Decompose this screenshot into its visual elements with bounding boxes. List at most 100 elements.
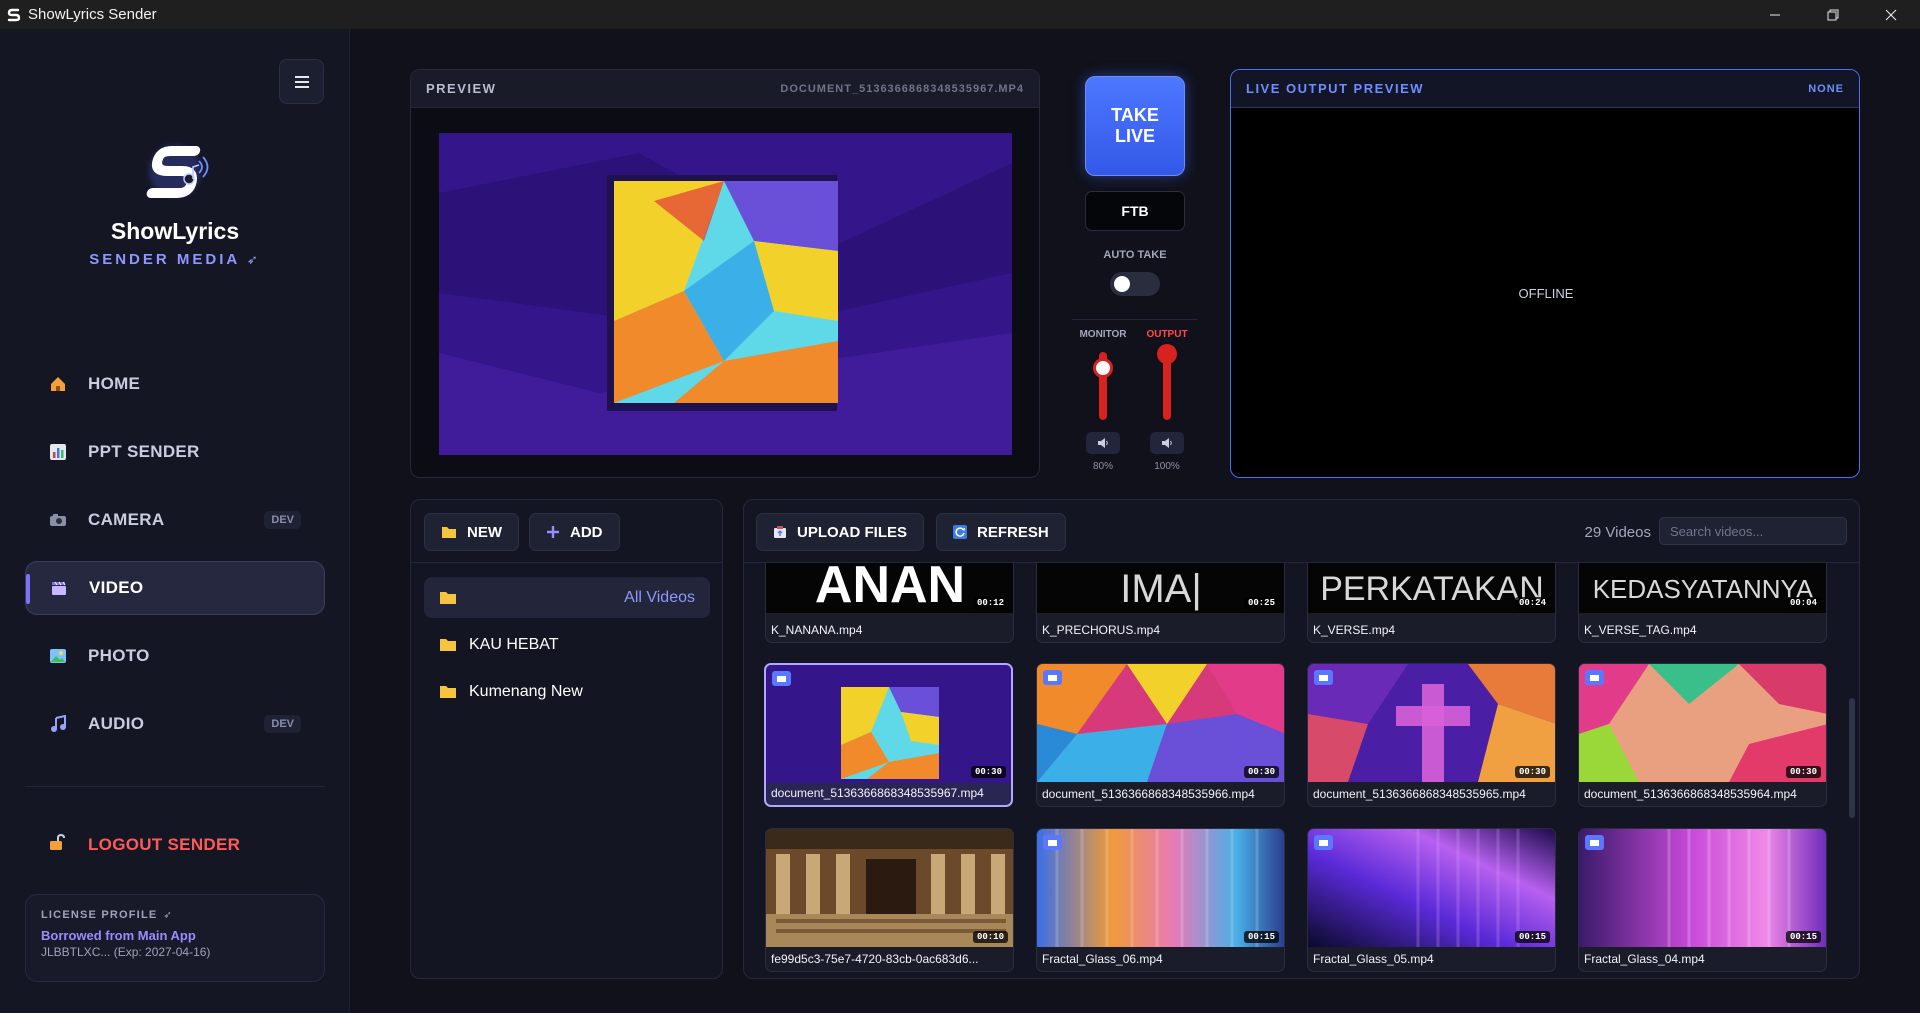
toggle-knob xyxy=(1114,276,1130,292)
folder-icon xyxy=(442,527,456,538)
video-icon xyxy=(1590,674,1599,681)
close-icon xyxy=(1885,9,1897,20)
video-icon xyxy=(777,675,786,682)
upload-files-button[interactable]: UPLOAD FILES xyxy=(756,513,925,551)
showlyrics-logo-icon xyxy=(146,145,209,198)
folder-icon xyxy=(440,686,456,698)
video-type-badge xyxy=(1043,670,1062,685)
video-duration: 00:15 xyxy=(1785,931,1821,943)
video-thumbnail-art xyxy=(1579,829,1826,947)
license-key: JLBBTLXC... (Exp: 2027-04-16) xyxy=(41,945,211,959)
sidebar: ShowLyrics SENDER MEDIA ➶ HOME PPT SENDE… xyxy=(0,29,350,1013)
video-card[interactable]: IMA| 00:25 K_PRECHORUS.mp4 xyxy=(1036,563,1285,643)
video-duration: 00:24 xyxy=(1514,597,1550,609)
sidebar-item-label: PHOTO xyxy=(88,646,150,665)
add-button[interactable]: ADD xyxy=(529,513,620,551)
minimize-icon xyxy=(1770,14,1780,15)
sidebar-item-label: VIDEO xyxy=(89,578,144,597)
monitor-mute-button[interactable] xyxy=(1086,432,1120,454)
close-window-button[interactable] xyxy=(1862,0,1920,29)
refresh-button[interactable]: REFRESH xyxy=(936,513,1066,551)
minimize-button[interactable] xyxy=(1746,0,1804,29)
video-card[interactable]: 00:30 document_5136366868348535965.mp4 xyxy=(1307,663,1556,807)
monitor-label: MONITOR xyxy=(1079,329,1127,340)
folder-item-kau-hebat[interactable]: KAU HEBAT xyxy=(424,624,710,665)
sidebar-item-label: AUDIO xyxy=(88,714,145,733)
sidebar-item-video[interactable]: VIDEO xyxy=(25,561,325,615)
video-filename: document_5136366868348535964.mp4 xyxy=(1584,787,1797,801)
brand-logo xyxy=(0,129,350,213)
video-thumbnail xyxy=(1579,829,1826,947)
video-card[interactable]: 00:30 document_5136366868348535964.mp4 xyxy=(1578,663,1827,807)
auto-take-toggle[interactable] xyxy=(1110,272,1160,296)
monitor-volume-value: 80% xyxy=(1092,461,1113,472)
sidebar-nav: HOME PPT SENDER CAMERA DEV VIDEO PHOTO A… xyxy=(25,357,325,765)
monitor-fader-knob[interactable] xyxy=(1093,358,1113,378)
new-folder-button[interactable]: NEW xyxy=(424,513,519,551)
video-card-selected[interactable]: 00:30 document_5136366868348535967.mp4 xyxy=(764,663,1013,807)
video-thumbnail xyxy=(1037,829,1284,947)
fade-to-black-button[interactable]: FTB xyxy=(1085,191,1185,231)
video-card[interactable]: ANAN 00:12 K_NANANA.mp4 xyxy=(765,562,1014,643)
menu-toggle-button[interactable] xyxy=(279,59,324,104)
video-card[interactable]: 00:15 Fractal_Glass_05.mp4 xyxy=(1307,828,1556,972)
video-card[interactable]: 00:15 Fractal_Glass_06.mp4 xyxy=(1036,828,1285,972)
camera-icon xyxy=(48,510,68,530)
thumbnail-lyric-text: KEDASYATANNYA xyxy=(1593,574,1814,604)
output-volume-value: 100% xyxy=(1154,461,1180,472)
title-bar: ShowLyrics Sender xyxy=(0,0,1920,29)
sidebar-item-label: PPT SENDER xyxy=(88,442,200,461)
sidebar-item-audio[interactable]: AUDIO DEV xyxy=(25,697,325,751)
brand-subtitle: SENDER MEDIA ➶ xyxy=(0,251,350,268)
brand-name: ShowLyrics xyxy=(110,218,240,244)
thumbnail-lyric-text: ANAN xyxy=(815,562,965,613)
output-controls: TAKE LIVE FTB AUTO TAKE MONITOR OUTPUT 8… xyxy=(1070,69,1200,478)
video-card[interactable]: 00:30 document_5136366868348535966.mp4 xyxy=(1036,663,1285,807)
video-filename: K_VERSE.mp4 xyxy=(1313,623,1396,637)
video-card[interactable]: PERKATAKAN 00:24 K_VERSE.mp4 xyxy=(1307,563,1556,643)
video-thumbnail xyxy=(1037,664,1284,782)
video-icon xyxy=(1319,674,1328,681)
output-mute-button[interactable] xyxy=(1150,432,1184,454)
scrollbar-thumb[interactable] xyxy=(1849,698,1855,818)
add-label: ADD xyxy=(570,523,603,541)
plus-icon xyxy=(547,526,559,538)
logout-button[interactable]: LOGOUT SENDER xyxy=(48,833,240,856)
folder-item-all-videos[interactable]: All Videos xyxy=(424,577,710,618)
rocket-icon: ➶ xyxy=(163,909,173,921)
upload-files-label: UPLOAD FILES xyxy=(797,523,908,541)
folder-item-kumenang-new[interactable]: Kumenang New xyxy=(424,671,710,712)
search-videos-input[interactable] xyxy=(1659,517,1847,545)
video-card[interactable]: 00:10 fe99d5c3-75e7-4720-83cb-0ac683d6..… xyxy=(765,828,1014,972)
take-live-button[interactable]: TAKE LIVE xyxy=(1085,76,1185,176)
license-name[interactable]: Borrowed from Main App xyxy=(41,928,309,943)
video-filename: Fractal_Glass_06.mp4 xyxy=(1042,952,1163,966)
restore-button[interactable] xyxy=(1804,0,1862,29)
live-output-source: NONE xyxy=(1808,82,1844,95)
bar-chart-icon xyxy=(48,442,68,462)
video-grid-scrollbar[interactable] xyxy=(1849,568,1855,968)
auto-take-label: AUTO TAKE xyxy=(1103,249,1167,261)
video-duration: 00:10 xyxy=(972,931,1008,943)
video-thumbnail-art xyxy=(1037,829,1284,947)
video-thumbnail-art xyxy=(1037,664,1284,782)
preview-filename: DOCUMENT_5136366868348535967.MP4 xyxy=(780,82,1024,95)
sidebar-item-photo[interactable]: PHOTO xyxy=(25,629,325,683)
sidebar-item-ppt-sender[interactable]: PPT SENDER xyxy=(25,425,325,479)
video-duration: 00:30 xyxy=(1514,766,1550,778)
video-filename: K_PRECHORUS.mp4 xyxy=(1042,623,1161,637)
sidebar-item-home[interactable]: HOME xyxy=(25,357,325,411)
video-type-badge xyxy=(1585,670,1604,685)
video-grid: ANAN 00:12 K_NANANA.mp4 IMA| 00:25 K_PRE… xyxy=(744,562,1859,978)
video-card[interactable]: KEDASYATANNYA 00:04 K_VERSE_TAG.mp4 xyxy=(1578,563,1827,643)
output-fader-knob[interactable] xyxy=(1157,344,1177,364)
video-icon xyxy=(1048,674,1057,681)
folder-icon xyxy=(440,592,456,604)
sidebar-item-camera[interactable]: CAMERA DEV xyxy=(25,493,325,547)
video-thumbnail xyxy=(1579,664,1826,782)
preview-video[interactable] xyxy=(439,133,1012,455)
image-icon xyxy=(48,646,68,666)
preview-video-frame xyxy=(439,133,1012,455)
video-card[interactable]: 00:15 Fractal_Glass_04.mp4 xyxy=(1578,828,1827,972)
video-thumbnail xyxy=(766,829,1013,947)
